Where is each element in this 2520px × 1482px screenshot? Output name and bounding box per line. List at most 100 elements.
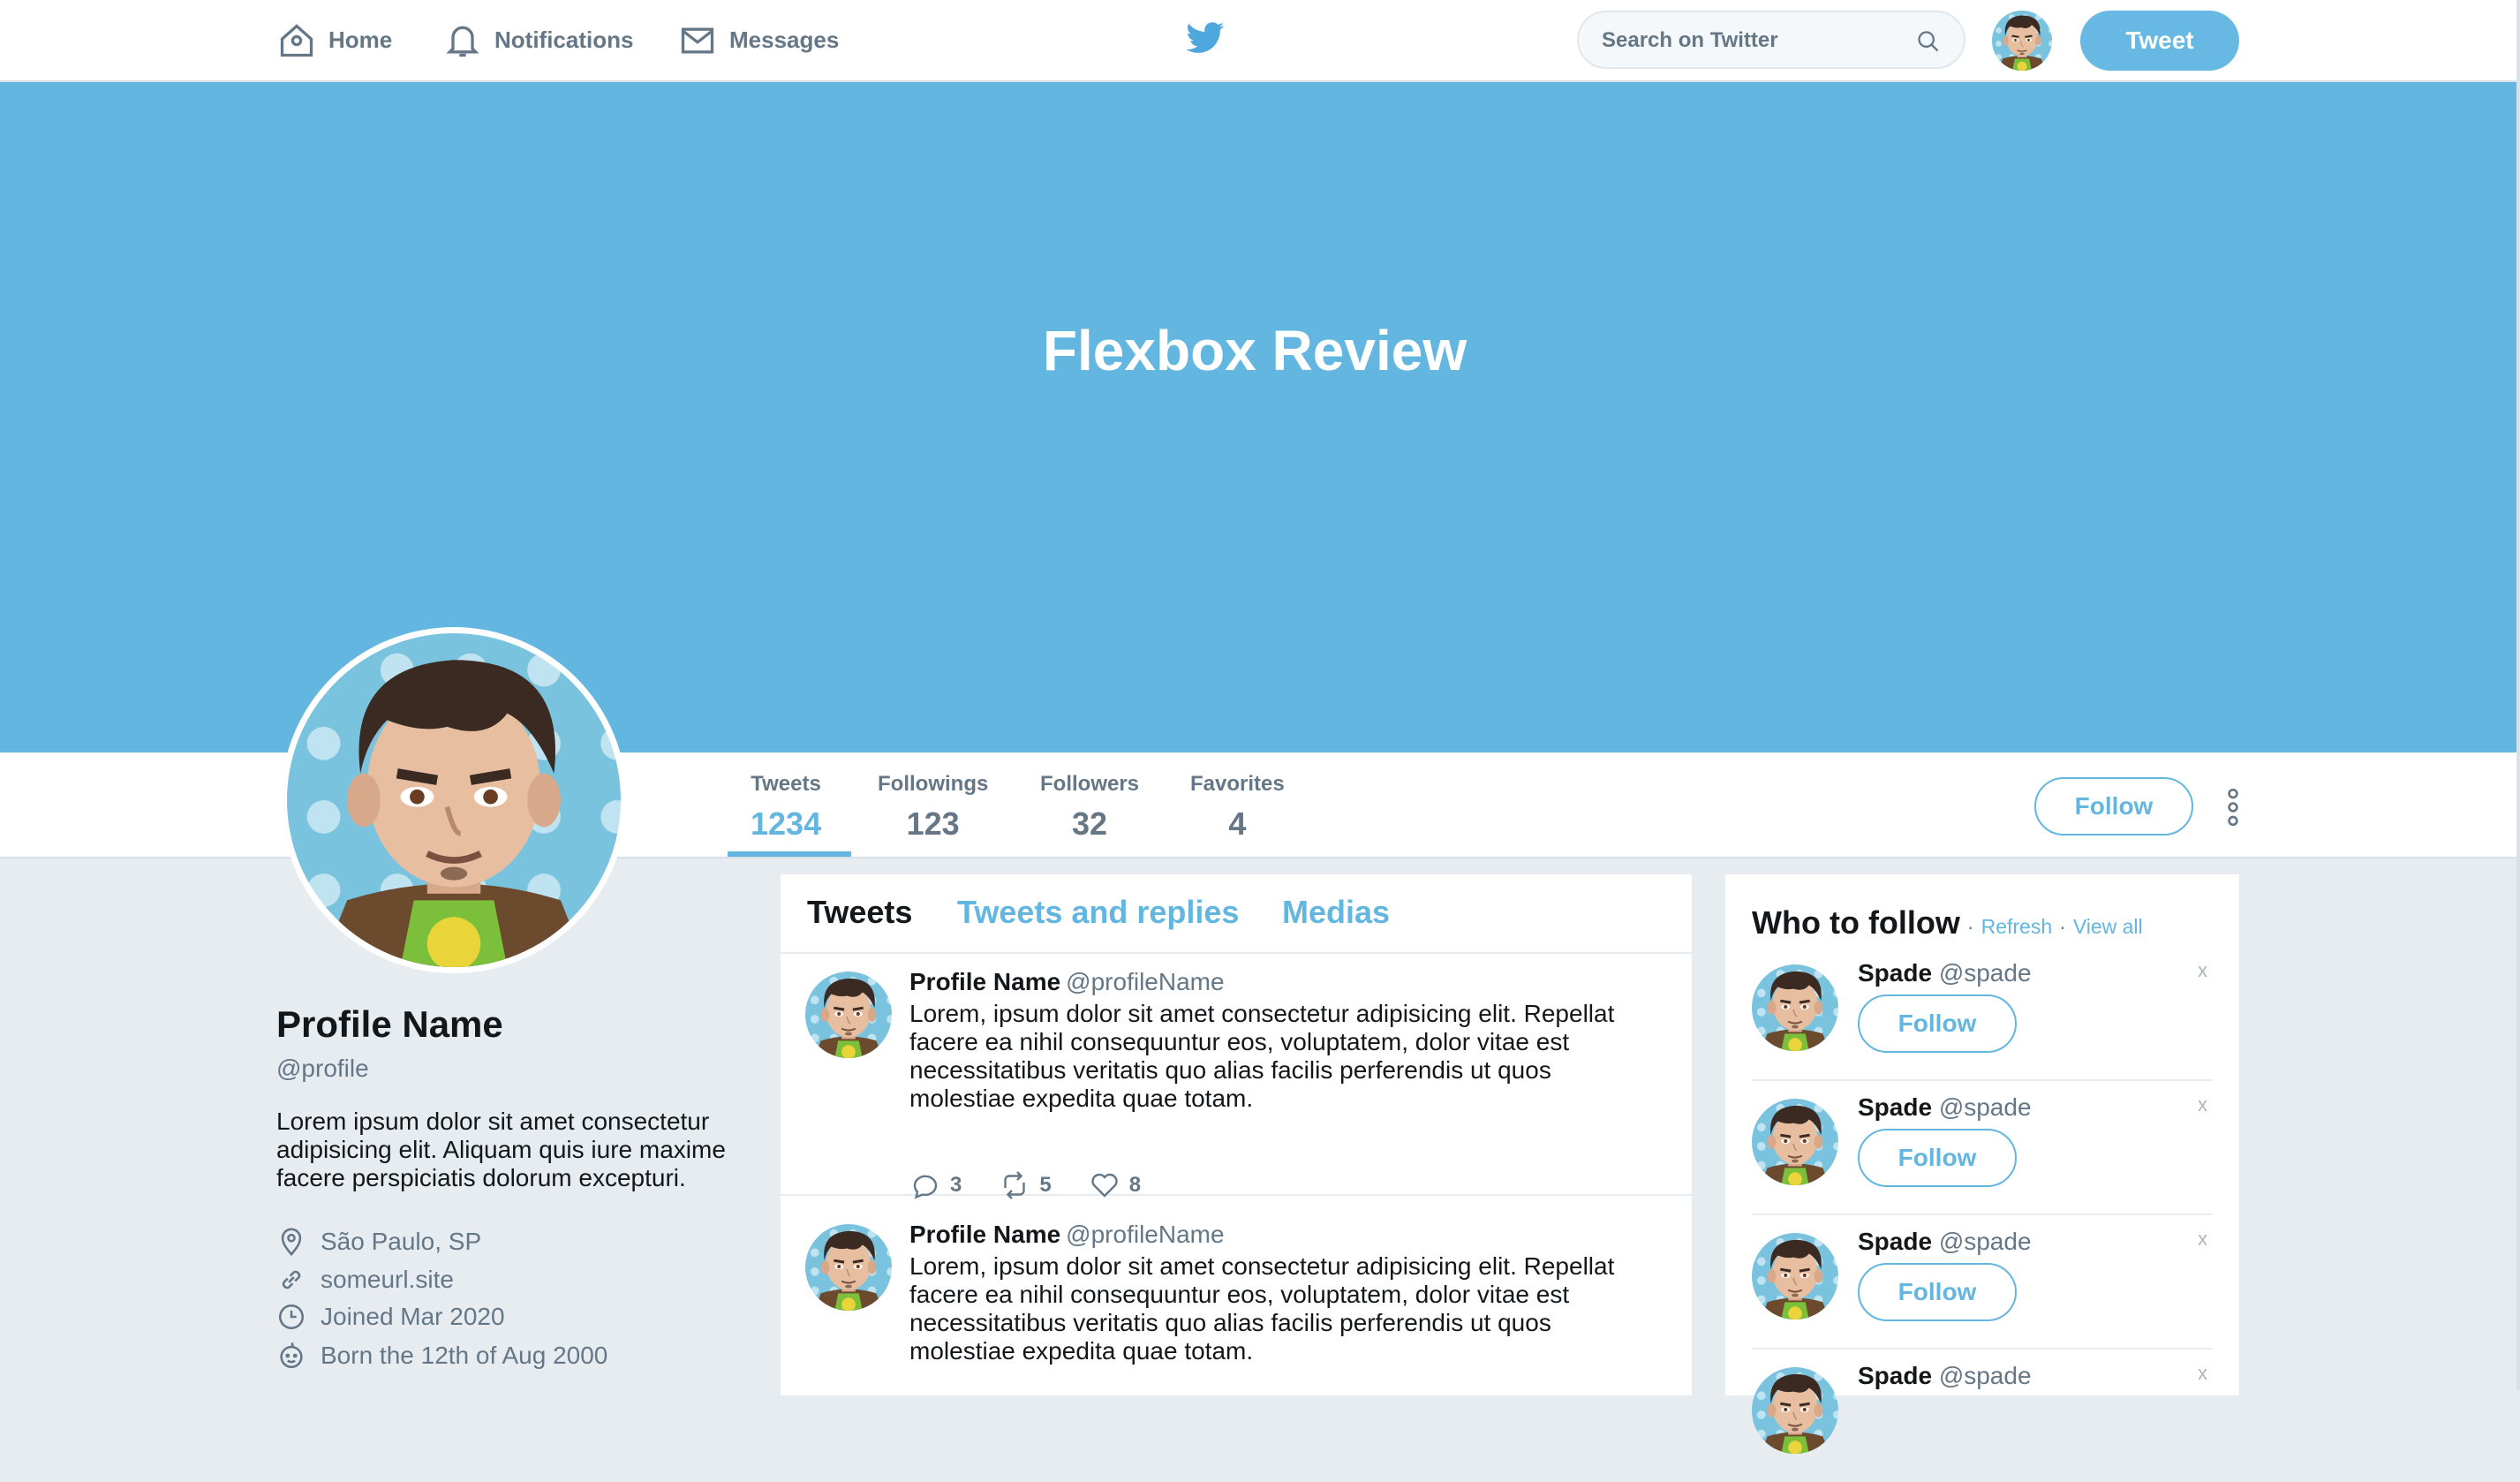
profile-joined-text: Joined Mar 2020 xyxy=(321,1303,505,1330)
nav-notifications-label: Notifications xyxy=(494,26,634,53)
twitter-logo-icon[interactable] xyxy=(1185,21,1226,57)
tweet-author-handle[interactable]: @profileName xyxy=(1066,1221,1224,1248)
tweet-header: Profile Name @profileName xyxy=(909,968,1225,996)
suggested-follow-button[interactable]: Follow xyxy=(1858,994,2017,1053)
retweet-icon xyxy=(1004,1171,1026,1199)
suggested-user-name[interactable]: Spade @spade xyxy=(1858,959,2032,987)
stat-followers[interactable]: Followers 32 xyxy=(1040,772,1139,843)
suggested-user-handle: @spade xyxy=(1938,1362,2032,1389)
tweet-actions: 3 5 8 xyxy=(909,1169,1141,1201)
retweet-action[interactable]: 5 xyxy=(999,1169,1052,1201)
top-navigation-bar: Home Notifications Messages Tweet xyxy=(0,0,2516,82)
stat-value: 32 xyxy=(1071,805,1108,842)
nav-notifications[interactable]: Notifications xyxy=(443,0,633,80)
profile-website[interactable]: someurl.site xyxy=(276,1265,454,1295)
suggested-user-handle: @spade xyxy=(1938,959,2032,987)
stat-followings[interactable]: Followings 123 xyxy=(878,772,988,843)
separator-dot: · xyxy=(1966,915,1974,938)
location-pin-icon xyxy=(281,1228,302,1257)
tab-tweets[interactable]: Tweets xyxy=(807,894,912,931)
view-all-link[interactable]: View all xyxy=(2073,915,2143,939)
tweet-author-name[interactable]: Profile Name xyxy=(909,1221,1060,1248)
nav-home[interactable]: Home xyxy=(277,0,392,80)
profile-website-text[interactable]: someurl.site xyxy=(321,1266,454,1294)
suggested-follow-button[interactable]: Follow xyxy=(1858,1263,2017,1321)
suggested-user: Spade @spade Follow x xyxy=(1752,945,2213,1081)
dismiss-suggestion-icon[interactable]: x xyxy=(2198,959,2207,982)
stat-label: Tweets xyxy=(751,772,821,796)
profile-bio: Lorem ipsum dolor sit amet consectetur a… xyxy=(276,1108,726,1191)
tab-medias[interactable]: Medias xyxy=(1282,894,1390,931)
suggested-user-display-name: Spade xyxy=(1858,1093,1933,1121)
tweet-header: Profile Name @profileName xyxy=(909,1221,1225,1249)
profile-birthday-text: Born the 12th of Aug 2000 xyxy=(321,1342,608,1369)
tweet-text: Lorem, ipsum dolor sit amet consectetur … xyxy=(909,1252,1615,1365)
suggested-user-display-name: Spade xyxy=(1858,959,1933,987)
tweet-text: Lorem, ipsum dolor sit amet consectetur … xyxy=(909,1000,1615,1112)
who-to-follow-panel: Who to follow · Refresh · View all Spade… xyxy=(1725,874,2239,1395)
suggested-user-display-name: Spade xyxy=(1858,1362,1933,1389)
suggested-user-name[interactable]: Spade @spade xyxy=(1858,1228,2032,1256)
heart-icon xyxy=(1091,1173,1118,1198)
tweet-item[interactable]: Profile Name @profileName Lorem, ipsum do… xyxy=(781,1206,1692,1403)
tweet-avatar[interactable] xyxy=(805,972,892,1058)
feed-tabs: Tweets Tweets and replies Medias xyxy=(781,874,1692,954)
suggested-user: Spade @spade x xyxy=(1752,1348,2213,1482)
suggested-user-handle: @spade xyxy=(1938,1093,2032,1121)
separator-dot: · xyxy=(2059,915,2066,938)
stat-label: Favorites xyxy=(1190,772,1285,796)
suggested-user-avatar[interactable] xyxy=(1752,1233,1838,1319)
tweet-item[interactable]: Profile Name @profileName Lorem, ipsum do… xyxy=(781,954,1692,1199)
retweet-count: 5 xyxy=(1039,1173,1052,1197)
stat-label: Followings xyxy=(878,772,989,796)
suggested-user-avatar[interactable] xyxy=(1752,964,1838,1051)
active-stat-underline xyxy=(728,851,851,857)
suggested-user: Spade @spade Follow x xyxy=(1752,1079,2213,1215)
profile-joined: Joined Mar 2020 xyxy=(276,1302,505,1332)
reply-action[interactable]: 3 xyxy=(909,1169,962,1201)
search-icon[interactable] xyxy=(1916,29,1941,54)
link-icon xyxy=(282,1270,301,1289)
stat-label: Followers xyxy=(1040,772,1140,796)
nav-messages[interactable]: Messages xyxy=(678,0,839,80)
bell-icon xyxy=(446,26,479,57)
suggested-user-avatar[interactable] xyxy=(1752,1099,1838,1185)
clock-icon xyxy=(278,1304,305,1330)
dismiss-suggestion-icon[interactable]: x xyxy=(2198,1362,2207,1385)
dismiss-suggestion-icon[interactable]: x xyxy=(2198,1228,2207,1251)
current-user-avatar[interactable] xyxy=(1992,11,2052,71)
envelope-icon xyxy=(681,27,714,53)
refresh-link[interactable]: Refresh xyxy=(1981,915,2053,939)
suggested-user-name[interactable]: Spade @spade xyxy=(1858,1362,2032,1390)
tweet-author-name[interactable]: Profile Name xyxy=(909,968,1060,995)
suggested-user-name[interactable]: Spade @spade xyxy=(1858,1093,2032,1122)
profile-follow-button[interactable]: Follow xyxy=(2034,777,2193,836)
dismiss-suggestion-icon[interactable]: x xyxy=(2198,1093,2207,1116)
stat-tweets[interactable]: Tweets 1234 xyxy=(751,772,821,843)
tab-tweets-and-replies[interactable]: Tweets and replies xyxy=(957,894,1239,931)
more-options-icon[interactable] xyxy=(2223,788,2243,827)
profile-location: São Paulo, SP xyxy=(276,1227,481,1257)
banner-title: Flexbox Review xyxy=(1042,318,1467,382)
suggested-follow-button[interactable]: Follow xyxy=(1858,1129,2017,1187)
stat-favorites[interactable]: Favorites 4 xyxy=(1190,772,1285,843)
profile-birthday: Born the 12th of Aug 2000 xyxy=(276,1341,607,1371)
stat-value: 1234 xyxy=(751,805,822,842)
like-action[interactable]: 8 xyxy=(1089,1169,1141,1201)
who-to-follow-title: Who to follow xyxy=(1752,904,1960,941)
window-edge xyxy=(2516,0,2520,1390)
tweet-author-handle[interactable]: @profileName xyxy=(1066,968,1224,995)
suggested-user: Spade @spade Follow x xyxy=(1752,1214,2213,1350)
suggested-user-display-name: Spade xyxy=(1858,1228,1933,1255)
who-to-follow-header: Who to follow · Refresh · View all xyxy=(1752,904,2143,941)
stat-value: 123 xyxy=(906,805,960,842)
profile-avatar[interactable] xyxy=(281,627,627,973)
nav-messages-label: Messages xyxy=(729,26,840,53)
tweet-avatar[interactable] xyxy=(805,1224,892,1311)
suggested-user-avatar[interactable] xyxy=(1752,1367,1838,1454)
search-input[interactable] xyxy=(1600,12,1904,69)
reply-count: 3 xyxy=(950,1173,962,1197)
nav-home-label: Home xyxy=(328,26,393,53)
tweet-button[interactable]: Tweet xyxy=(2080,11,2239,71)
home-icon xyxy=(280,23,313,57)
